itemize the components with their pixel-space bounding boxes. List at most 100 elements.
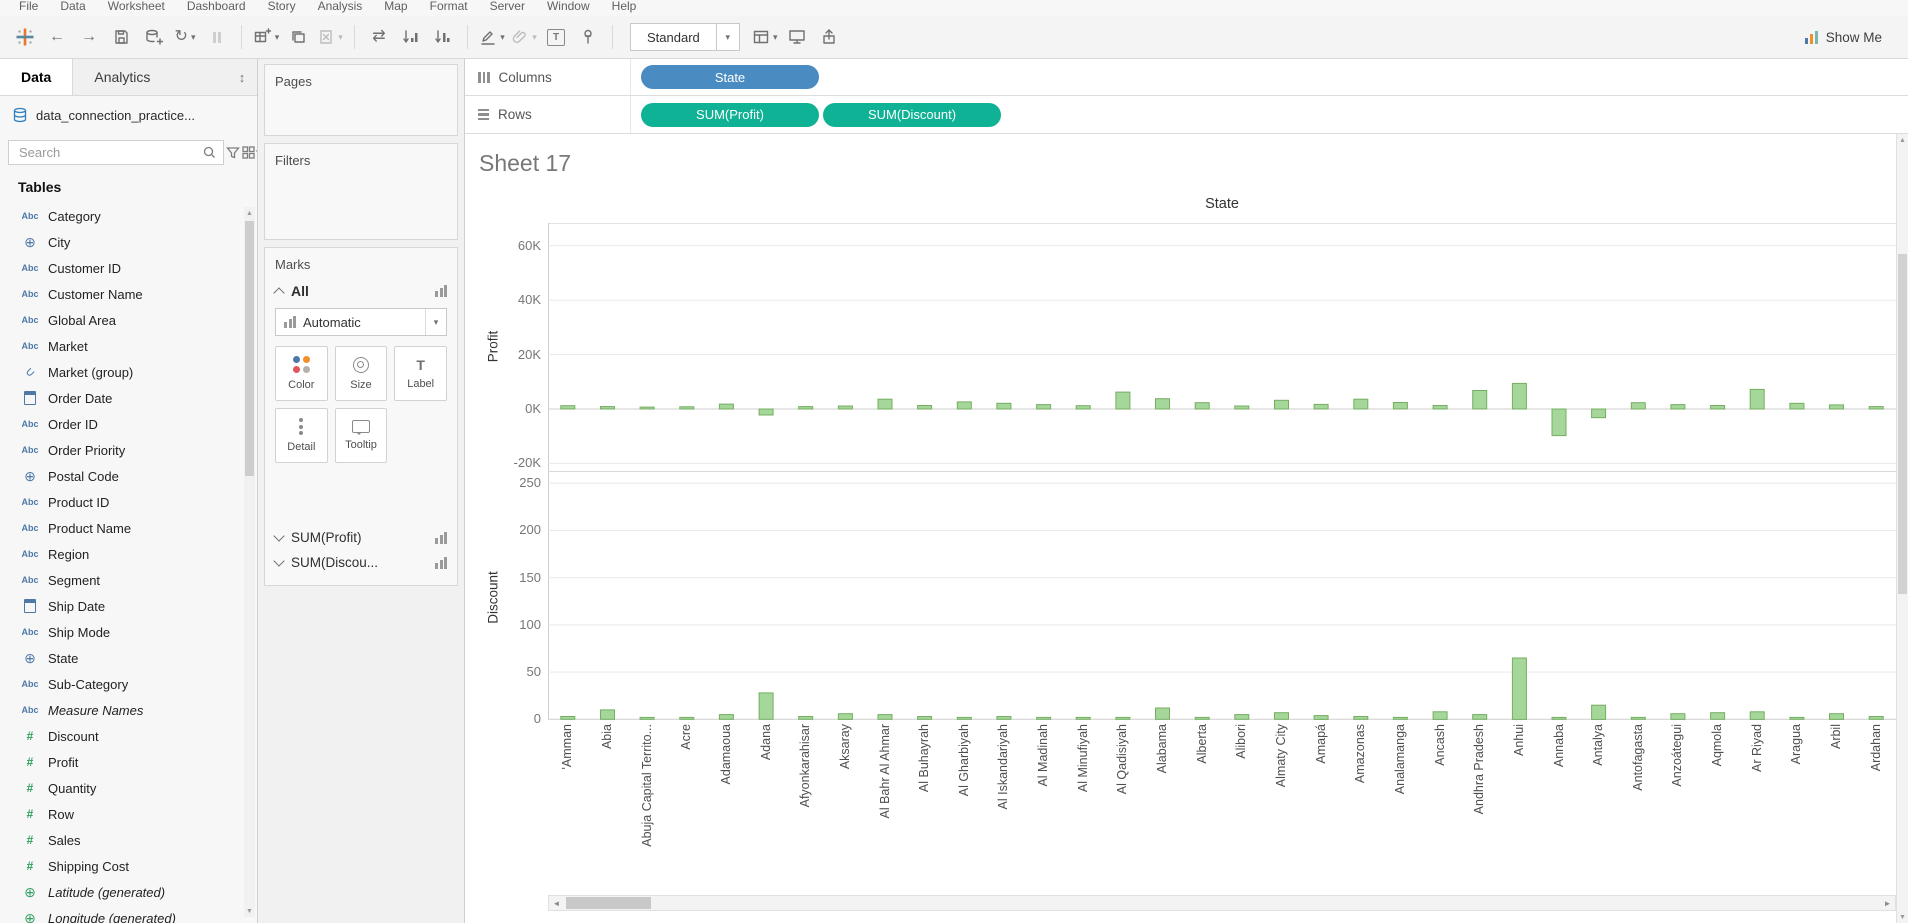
x-axis-label[interactable]: Alabama [1155,724,1170,890]
bar-discount[interactable] [997,717,1011,720]
bar-discount[interactable] [561,717,575,720]
bar-profit[interactable] [719,404,733,409]
bar-profit[interactable] [1592,409,1606,418]
data-source-connection[interactable]: data_connection_practice... [0,96,257,134]
x-axis-label[interactable]: Aqmola [1710,724,1725,890]
bar-discount[interactable] [957,717,971,719]
mark-type-caret[interactable]: ▾ [425,309,446,335]
bar-discount[interactable] [1195,717,1209,719]
field-row[interactable]: Abc ⊕ ⊕ ∪ # Order Priority [0,437,257,463]
bar-discount[interactable] [1433,712,1447,720]
duplicate-button[interactable] [283,22,313,52]
bar-discount[interactable] [1275,713,1289,720]
menu-item[interactable]: Help [601,0,648,16]
bar-profit[interactable] [1195,403,1209,409]
bar-discount[interactable] [1235,715,1249,720]
x-axis-label[interactable]: Abia [600,724,615,890]
scroll-down-icon[interactable]: ▼ [1897,911,1908,923]
field-row[interactable]: Abc ⊕ ⊕ ∪ # Longitude (generated) [0,905,257,923]
undo-button[interactable]: ← [42,22,72,52]
bar-discount[interactable] [1076,717,1090,719]
scrollbar-thumb[interactable] [566,897,651,909]
group-members-button[interactable]: ▾ [509,22,539,52]
menu-item[interactable]: Server [479,0,536,16]
x-axis-label[interactable]: Acre [679,724,694,890]
bar-profit[interactable] [799,407,813,409]
x-axis-label[interactable]: Ancash [1433,724,1448,890]
scrollbar-thumb[interactable] [245,221,254,476]
fit-mode-dropdown[interactable]: Standard ▾ [630,23,740,51]
bar-discount[interactable] [1512,658,1526,719]
bar-profit[interactable] [1711,406,1725,410]
x-axis-label[interactable]: Al Iskandariyah [996,724,1011,890]
field-row[interactable]: Abc ⊕ ⊕ ∪ # City [0,229,257,255]
bar-discount[interactable] [1750,712,1764,720]
bar-discount[interactable] [1354,717,1368,720]
x-axis-label[interactable]: Almaty City [1274,724,1289,890]
field-row[interactable]: Abc ⊕ ⊕ ∪ # Profit [0,749,257,775]
scroll-right-icon[interactable]: ► [1880,896,1895,910]
filters-shelf[interactable]: Filters [264,143,458,240]
x-axis-label[interactable]: Antofagasta [1631,724,1646,890]
x-axis-label[interactable]: Alberta [1195,724,1210,890]
x-axis-label[interactable]: Al Madinah [1036,724,1051,890]
bar-discount[interactable] [799,717,813,720]
field-row[interactable]: Abc ⊕ ⊕ ∪ # Order ID [0,411,257,437]
show-mark-labels-button[interactable]: T [541,22,571,52]
bar-discount[interactable] [878,715,892,720]
bar-profit[interactable] [640,407,654,409]
scroll-up-icon[interactable]: ▲ [1897,134,1908,146]
scroll-up-icon[interactable]: ▲ [244,207,255,219]
x-axis-label[interactable]: Al Qadisiyah [1115,724,1130,890]
menu-item[interactable]: Window [536,0,601,16]
bar-discount[interactable] [838,714,852,720]
x-axis-label[interactable]: Afyonkarahisar [798,724,813,890]
field-row[interactable]: Abc ⊕ ⊕ ∪ # Latitude (generated) [0,879,257,905]
bar-discount[interactable] [759,693,773,719]
bar-profit[interactable] [1156,399,1170,409]
scrollbar-thumb[interactable] [1898,254,1907,594]
search-box[interactable] [8,140,224,165]
bar-discount[interactable] [1592,705,1606,719]
x-axis-label[interactable]: Annaba [1552,724,1567,890]
bar-profit[interactable] [838,406,852,409]
bar-profit[interactable] [561,406,575,409]
x-axis-label[interactable]: Alibori [1234,724,1249,890]
scroll-down-icon[interactable]: ▼ [244,905,255,917]
save-button[interactable] [106,22,136,52]
bar-discount[interactable] [1116,717,1130,719]
bar-profit[interactable] [1116,392,1130,409]
x-axis-label[interactable]: 'Amman [560,724,575,890]
color-button[interactable]: Color [275,346,328,401]
bar-discount[interactable] [1830,714,1844,720]
field-row[interactable]: Abc ⊕ ⊕ ∪ # Measure Names [0,697,257,723]
column-axis-header[interactable]: State [548,196,1896,212]
fix-axes-button[interactable] [573,22,603,52]
columns-drop-area[interactable]: State [630,59,1908,95]
bar-discount[interactable] [1552,717,1566,719]
field-row[interactable]: Abc ⊕ ⊕ ∪ # Ship Mode [0,619,257,645]
bar-profit[interactable] [997,403,1011,409]
bar-discount[interactable] [680,717,694,719]
x-axis-label[interactable]: Adamaoua [719,724,734,890]
x-axis-label[interactable]: Ar Riyad [1750,724,1765,890]
menu-item[interactable]: Map [373,0,418,16]
size-button[interactable]: Size [335,346,388,401]
x-axis-label[interactable]: Al Gharbiyah [957,724,972,890]
x-axis-label[interactable]: Adana [759,724,774,890]
vertical-scrollbar[interactable]: ▲ ▼ [1896,134,1908,923]
menu-item[interactable]: Analysis [307,0,374,16]
x-axis-label[interactable]: Al Bahr Al Ahmar [878,724,893,890]
bar-profit[interactable] [1037,405,1051,409]
x-axis-label[interactable]: Amapá [1314,724,1329,890]
field-row[interactable]: Abc ⊕ ⊕ ∪ # Global Area [0,307,257,333]
redo-button[interactable]: → [74,22,104,52]
bar-profit[interactable] [1076,406,1090,409]
sheet-title[interactable]: Sheet 17 [479,150,571,177]
bar-profit[interactable] [1631,403,1645,409]
clear-sheet-button[interactable]: ▾ [315,22,345,52]
field-row[interactable]: Abc ⊕ ⊕ ∪ # Sales [0,827,257,853]
field-row[interactable]: Abc ⊕ ⊕ ∪ # Row [0,801,257,827]
sidebar-scrollbar[interactable]: ▲ ▼ [244,207,255,917]
field-row[interactable]: Abc ⊕ ⊕ ∪ # Order Date [0,385,257,411]
